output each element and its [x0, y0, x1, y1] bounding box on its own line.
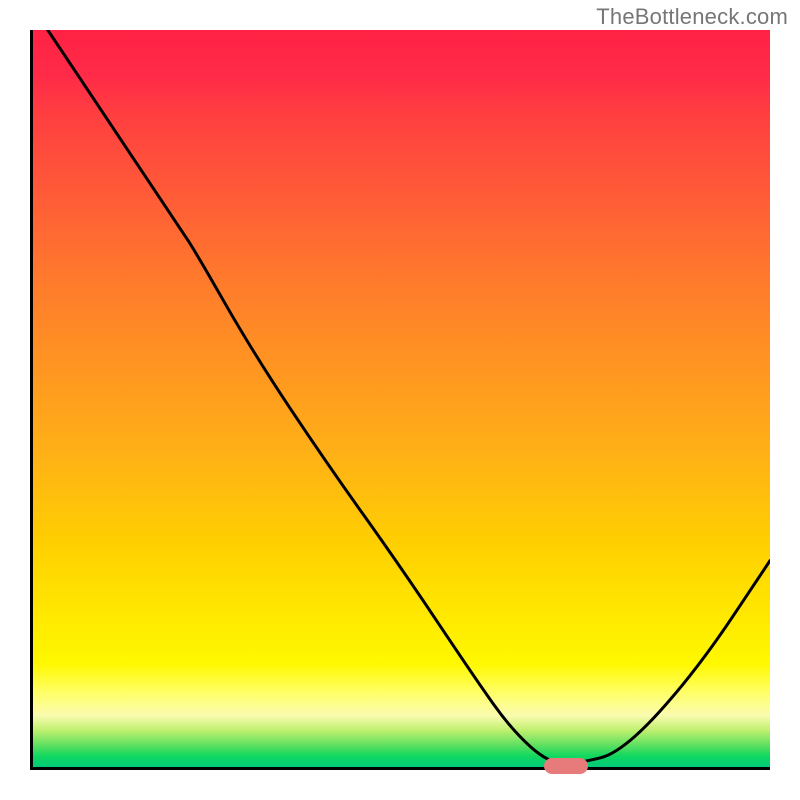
- data-curve: [33, 30, 770, 767]
- plot-area: [30, 30, 770, 770]
- chart-container: TheBottleneck.com: [0, 0, 800, 800]
- optimal-marker: [544, 758, 588, 774]
- watermark-text: TheBottleneck.com: [596, 4, 788, 30]
